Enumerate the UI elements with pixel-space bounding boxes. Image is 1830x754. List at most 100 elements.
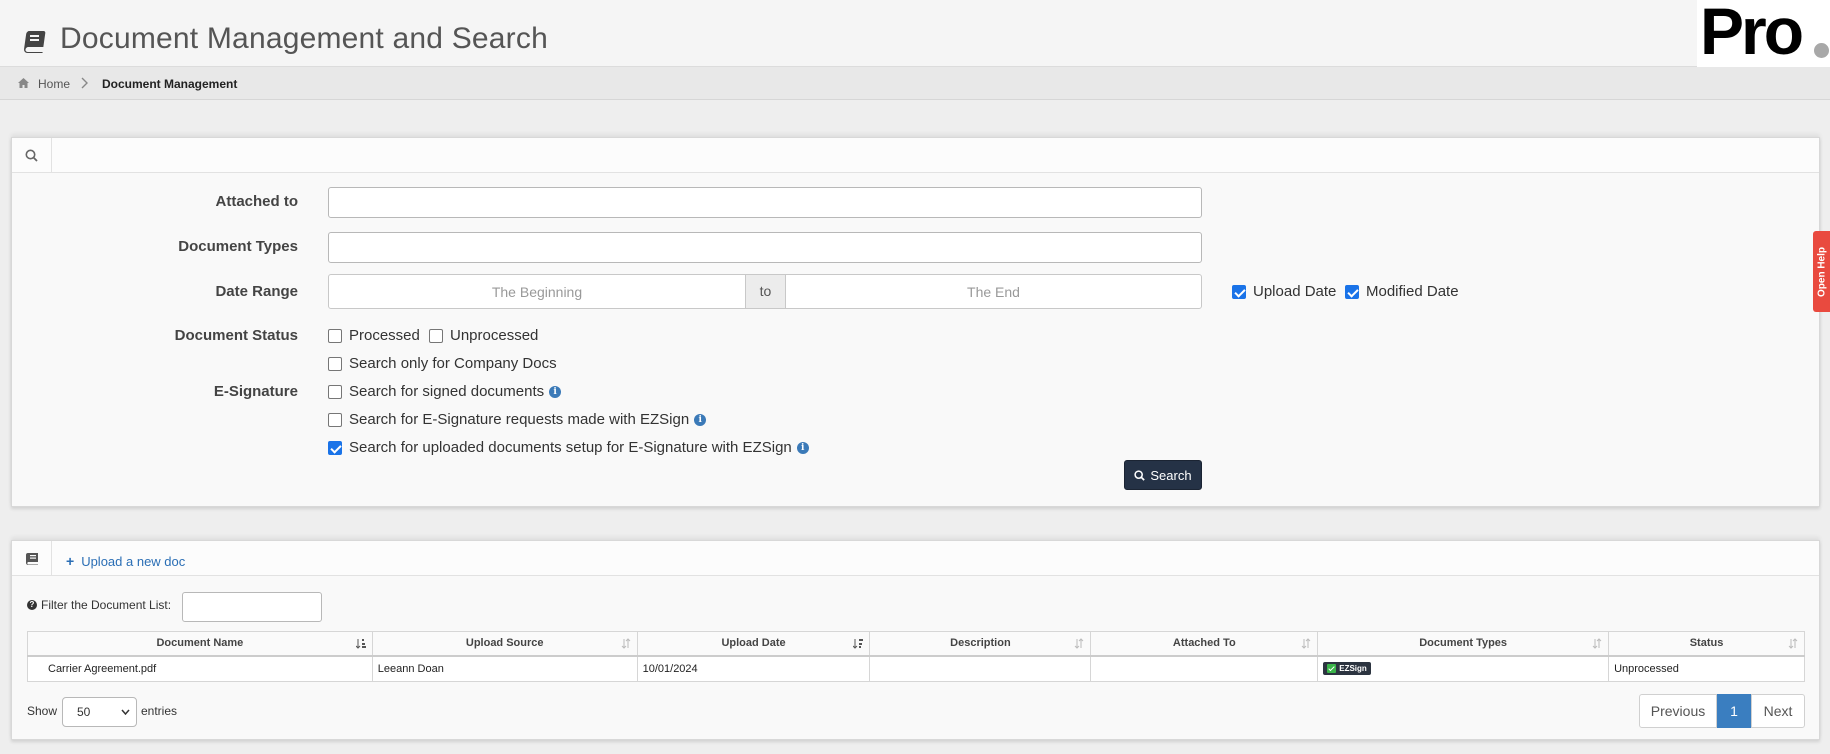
document-status-label: Document Status	[174, 327, 298, 344]
breadcrumb: Home Document Management	[0, 67, 1830, 100]
signed-docs-option[interactable]: Search for signed documents i	[328, 383, 562, 400]
sort-icon	[1592, 638, 1602, 649]
open-help-tab[interactable]: Open Help	[1813, 231, 1830, 312]
company-docs-option[interactable]: Search only for Company Docs	[328, 355, 557, 372]
cell-document-name[interactable]: Carrier Agreement.pdf	[27, 655, 373, 682]
pagination-page-1[interactable]: 1	[1717, 694, 1751, 728]
info-icon[interactable]: i	[694, 413, 707, 426]
page-size-value: 50	[77, 705, 91, 719]
page-size-select[interactable]: 50	[62, 697, 137, 727]
documents-panel: + Upload a new doc ? Filter the Document…	[11, 540, 1820, 740]
entries-label: entries	[141, 704, 178, 718]
plus-icon: +	[66, 553, 75, 569]
documents-table: Document Name Upload Source Upload Date …	[27, 631, 1805, 682]
chevron-right-icon	[81, 77, 88, 89]
home-icon	[18, 78, 29, 88]
search-button-label: Search	[1150, 467, 1192, 483]
info-icon[interactable]: i	[796, 441, 809, 454]
upload-date-option[interactable]: Upload Date	[1232, 283, 1336, 300]
sort-icon	[1301, 638, 1311, 649]
cell-upload-date: 10/01/2024	[636, 655, 871, 682]
search-button[interactable]: Search	[1124, 460, 1202, 490]
unprocessed-option[interactable]: Unprocessed	[429, 327, 538, 344]
question-icon: ?	[27, 600, 37, 610]
cell-document-types: EZSign	[1317, 655, 1610, 682]
column-header-document-name[interactable]: Document Name	[27, 631, 373, 657]
modified-date-option[interactable]: Modified Date	[1345, 283, 1459, 300]
ezsign-uploaded-option[interactable]: Search for uploaded documents setup for …	[328, 439, 809, 456]
ezsign-uploaded-checkbox[interactable]	[328, 440, 342, 455]
upload-date-label: Upload Date	[1253, 283, 1337, 300]
filter-label-text: Filter the Document List:	[41, 598, 172, 612]
unprocessed-checkbox[interactable]	[429, 328, 443, 343]
ezsign-requests-checkbox[interactable]	[328, 412, 342, 427]
column-header-status[interactable]: Status	[1608, 631, 1805, 657]
processed-checkbox[interactable]	[328, 328, 342, 343]
column-header-attached-to[interactable]: Attached To	[1090, 631, 1319, 657]
sort-icon	[1075, 638, 1084, 649]
table-header-row: Document Name Upload Source Upload Date …	[27, 631, 1805, 657]
sort-asc-icon	[355, 639, 366, 649]
brand-logo[interactable]: Pro	[1697, 0, 1830, 67]
breadcrumb-current: Document Management	[102, 77, 238, 91]
breadcrumb-home-link[interactable]: Home	[38, 77, 70, 91]
sort-icon	[621, 638, 630, 649]
document-types-label: Document Types	[178, 238, 298, 255]
modified-date-checkbox[interactable]	[1345, 284, 1359, 299]
logo-dot	[1814, 43, 1829, 58]
date-from-input[interactable]	[328, 274, 746, 309]
ezsign-requests-label: Search for E-Signature requests made wit…	[349, 411, 690, 428]
filter-input[interactable]	[182, 592, 322, 622]
book-icon	[24, 31, 46, 53]
check-icon	[1327, 663, 1337, 673]
filter-label: ? Filter the Document List:	[27, 598, 171, 612]
ezsign-requests-option[interactable]: Search for E-Signature requests made wit…	[328, 411, 707, 428]
cell-description	[869, 655, 1092, 682]
company-docs-label: Search only for Company Docs	[349, 355, 557, 372]
pagination-next[interactable]: Next	[1751, 694, 1805, 728]
search-panel-toggle[interactable]	[12, 138, 52, 173]
cell-attached-to	[1090, 655, 1319, 682]
signed-docs-label: Search for signed documents	[349, 383, 545, 400]
signed-docs-checkbox[interactable]	[328, 384, 342, 399]
attached-to-label: Attached to	[215, 193, 299, 210]
modified-date-label: Modified Date	[1366, 283, 1459, 300]
sort-icon	[1788, 638, 1798, 649]
document-types-input[interactable]	[328, 232, 1202, 263]
page-title: Document Management and Search	[60, 22, 548, 55]
open-help-label: Open Help	[1816, 246, 1827, 297]
column-header-document-types[interactable]: Document Types	[1317, 631, 1610, 657]
search-icon	[25, 149, 38, 162]
date-range-label: Date Range	[215, 283, 298, 300]
column-header-upload-source[interactable]: Upload Source	[371, 631, 638, 657]
ezsign-uploaded-label: Search for uploaded documents setup for …	[349, 439, 792, 456]
book-icon	[25, 553, 38, 565]
company-docs-checkbox[interactable]	[328, 356, 342, 371]
pagination-previous[interactable]: Previous	[1639, 694, 1717, 728]
processed-option[interactable]: Processed	[328, 327, 420, 344]
date-to-input[interactable]	[785, 274, 1202, 309]
chevron-down-icon	[121, 709, 130, 715]
documents-panel-header: + Upload a new doc	[12, 541, 1819, 576]
unprocessed-label: Unprocessed	[450, 327, 539, 344]
upload-date-checkbox[interactable]	[1232, 284, 1246, 299]
search-panel-header	[12, 138, 1819, 173]
logo-text: Pro	[1700, 0, 1804, 68]
column-header-description[interactable]: Description	[869, 631, 1092, 657]
cell-upload-source: Leeann Doan	[371, 655, 638, 682]
cell-status: Unprocessed	[1608, 655, 1805, 682]
upload-new-doc-link[interactable]: + Upload a new doc	[66, 553, 185, 569]
esignature-label: E-Signature	[213, 383, 298, 400]
show-label: Show	[27, 704, 58, 718]
info-icon[interactable]: i	[549, 385, 562, 398]
search-icon	[1134, 469, 1146, 481]
page-header: Document Management and Search Pro	[0, 0, 1830, 67]
processed-label: Processed	[349, 327, 420, 344]
upload-new-doc-label: Upload a new doc	[81, 553, 186, 569]
column-header-upload-date[interactable]: Upload Date	[636, 631, 871, 657]
documents-panel-toggle[interactable]	[12, 541, 52, 576]
sort-desc-icon	[853, 639, 864, 649]
date-range-separator: to	[746, 274, 785, 309]
attached-to-input[interactable]	[328, 187, 1202, 218]
table-row[interactable]: Carrier Agreement.pdf Leeann Doan 10/01/…	[27, 655, 1805, 682]
